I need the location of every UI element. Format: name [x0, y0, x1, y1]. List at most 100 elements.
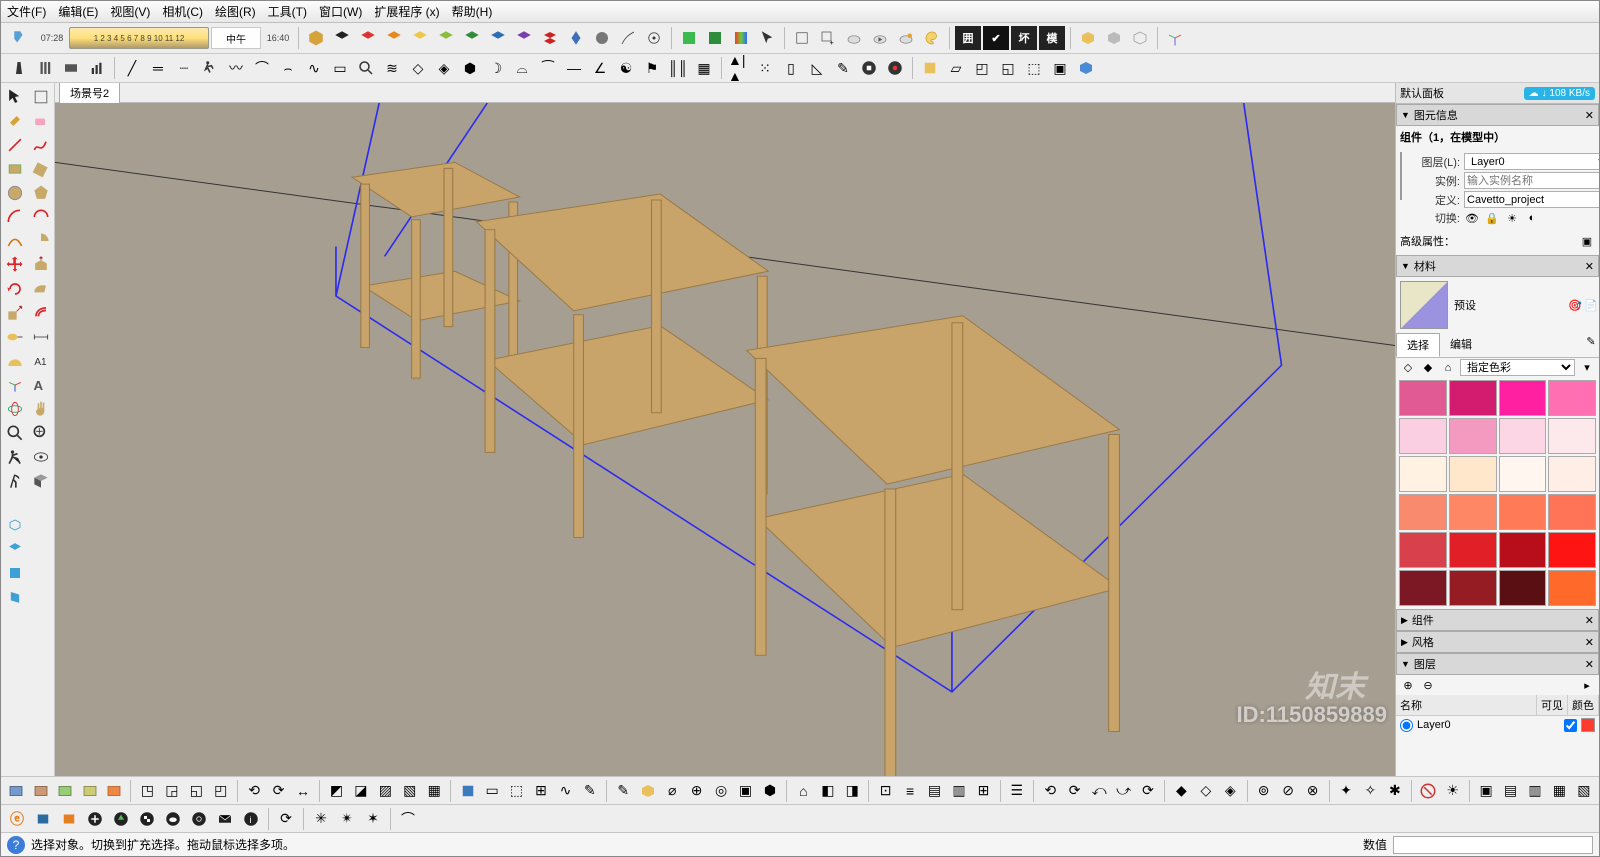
- pushpull-tool-icon[interactable]: [29, 253, 53, 277]
- menu-edit[interactable]: 编辑(E): [58, 3, 98, 20]
- bt31-icon[interactable]: ◧: [817, 779, 839, 803]
- paint-tool-icon[interactable]: [3, 109, 27, 133]
- material-create-icon[interactable]: 📄: [1583, 297, 1599, 313]
- bt44-icon[interactable]: ◆: [1170, 779, 1192, 803]
- layer-green-icon[interactable]: [434, 26, 458, 50]
- pan-tool-icon[interactable]: [29, 397, 53, 421]
- bb-gear-icon[interactable]: [187, 807, 211, 831]
- bb1-icon[interactable]: ⓔ: [5, 807, 29, 831]
- book-icon[interactable]: [918, 56, 942, 80]
- target-icon[interactable]: [642, 26, 666, 50]
- circle-tool-icon[interactable]: [3, 181, 27, 205]
- bow-icon[interactable]: ☽: [484, 56, 508, 80]
- bb-info-icon[interactable]: i: [239, 807, 263, 831]
- diamond2-icon[interactable]: ◈: [432, 56, 456, 80]
- bt50-icon[interactable]: ✦: [1335, 779, 1357, 803]
- layer-col-name[interactable]: 名称: [1396, 695, 1537, 715]
- color-swatch[interactable]: [1399, 418, 1447, 454]
- iso-view-icon[interactable]: [3, 513, 27, 537]
- stop-icon[interactable]: [857, 56, 881, 80]
- flag-icon[interactable]: ⚑: [640, 56, 664, 80]
- bt51-icon[interactable]: ✧: [1359, 779, 1381, 803]
- color-swatch[interactable]: [1399, 570, 1447, 606]
- bt32-icon[interactable]: ◨: [841, 779, 863, 803]
- zoom-extents-icon[interactable]: [29, 421, 53, 445]
- bt49-icon[interactable]: ⊗: [1301, 779, 1323, 803]
- bt54-icon[interactable]: ☀: [1441, 779, 1463, 803]
- bt53-icon[interactable]: [1417, 779, 1439, 803]
- text-tool-icon[interactable]: A1: [29, 349, 53, 373]
- bb-tree-icon[interactable]: [109, 807, 133, 831]
- tape-tool-icon[interactable]: [3, 325, 27, 349]
- badge-2[interactable]: ✔: [983, 26, 1009, 50]
- small-wave-icon[interactable]: ∿: [302, 56, 326, 80]
- bump-icon[interactable]: ⁀: [536, 56, 560, 80]
- bb-wire2-icon[interactable]: ✴: [335, 807, 359, 831]
- cube-blue-icon[interactable]: [1074, 56, 1098, 80]
- run-icon[interactable]: [198, 56, 222, 80]
- shadow-icon[interactable]: ☀: [1504, 210, 1520, 226]
- bb-plus-icon[interactable]: [83, 807, 107, 831]
- protractor-tool-icon[interactable]: [3, 349, 27, 373]
- bt34-icon[interactable]: ≡: [899, 779, 921, 803]
- bt27-icon[interactable]: ◎: [710, 779, 732, 803]
- cast-icon[interactable]: ◐: [1524, 210, 1540, 226]
- bt46-icon[interactable]: ◈: [1219, 779, 1241, 803]
- doc-icon[interactable]: ▯: [779, 56, 803, 80]
- instance-input[interactable]: [1464, 172, 1599, 189]
- menu-file[interactable]: 文件(F): [7, 3, 46, 20]
- cloud-gear-icon[interactable]: [894, 26, 918, 50]
- green-grid-icon[interactable]: [677, 26, 701, 50]
- bt7-icon[interactable]: ◲: [161, 779, 183, 803]
- materials-header[interactable]: ▼材料✕: [1396, 255, 1599, 277]
- bt47-icon[interactable]: ⊚: [1252, 779, 1274, 803]
- menu-extensions[interactable]: 扩展程序 (x): [374, 3, 439, 20]
- bt30-icon[interactable]: ⌂: [792, 779, 814, 803]
- color-swatch[interactable]: [1499, 532, 1547, 568]
- bt38-icon[interactable]: ☰: [1006, 779, 1028, 803]
- cloud-play-icon[interactable]: [868, 26, 892, 50]
- components-header[interactable]: ▶组件✕: [1396, 609, 1599, 631]
- bt6-icon[interactable]: ◳: [136, 779, 158, 803]
- record-icon[interactable]: [883, 56, 907, 80]
- bt5-icon[interactable]: [103, 779, 125, 803]
- box3d-yellow-icon[interactable]: [1076, 26, 1100, 50]
- layer-add-icon[interactable]: ⊕: [1400, 677, 1416, 693]
- layer-dgreen-icon[interactable]: [460, 26, 484, 50]
- badge-4[interactable]: 模: [1039, 26, 1065, 50]
- sheet2-icon[interactable]: ◱: [996, 56, 1020, 80]
- layer-blue-icon[interactable]: [486, 26, 510, 50]
- layer-col-visible[interactable]: 可见: [1537, 695, 1568, 715]
- viewport-3d[interactable]: 知末 ID:1150859889: [55, 103, 1395, 776]
- arc-tool-icon[interactable]: [3, 205, 27, 229]
- measurement-input[interactable]: [1393, 836, 1593, 854]
- bt4-icon[interactable]: [78, 779, 100, 803]
- bt28-icon[interactable]: ▣: [734, 779, 756, 803]
- bt35-icon[interactable]: ▤: [923, 779, 945, 803]
- bt40-icon[interactable]: ⟳: [1063, 779, 1085, 803]
- menu-tools[interactable]: 工具(T): [268, 3, 307, 20]
- look-around-icon[interactable]: [29, 445, 53, 469]
- arch-icon[interactable]: ⌓: [510, 56, 534, 80]
- layer-black-icon[interactable]: [330, 26, 354, 50]
- ext-paint-icon[interactable]: [7, 25, 35, 51]
- rotate-tool-icon[interactable]: [3, 277, 27, 301]
- arc3-tool-icon[interactable]: [3, 229, 27, 253]
- axes-tool-icon[interactable]: [3, 373, 27, 397]
- color-swatch[interactable]: [1548, 380, 1596, 416]
- line-tool-icon[interactable]: [3, 133, 27, 157]
- color-swatch[interactable]: [1449, 456, 1497, 492]
- top-view-icon[interactable]: [3, 537, 27, 561]
- bt57-icon[interactable]: ▥: [1524, 779, 1546, 803]
- walk-tool-icon[interactable]: [3, 469, 27, 493]
- spiral-icon[interactable]: ☯: [614, 56, 638, 80]
- bb2-icon[interactable]: [31, 807, 55, 831]
- bt13-icon[interactable]: ◩: [325, 779, 347, 803]
- component-tool-icon[interactable]: [29, 85, 53, 109]
- followme-tool-icon[interactable]: [29, 277, 53, 301]
- layer-del-icon[interactable]: ⊖: [1420, 677, 1436, 693]
- bt21-icon[interactable]: ∿: [554, 779, 576, 803]
- bt12-icon[interactable]: ↔: [292, 779, 314, 803]
- mirror-icon[interactable]: ▲|▲: [727, 56, 751, 80]
- bt33-icon[interactable]: ⊡: [874, 779, 896, 803]
